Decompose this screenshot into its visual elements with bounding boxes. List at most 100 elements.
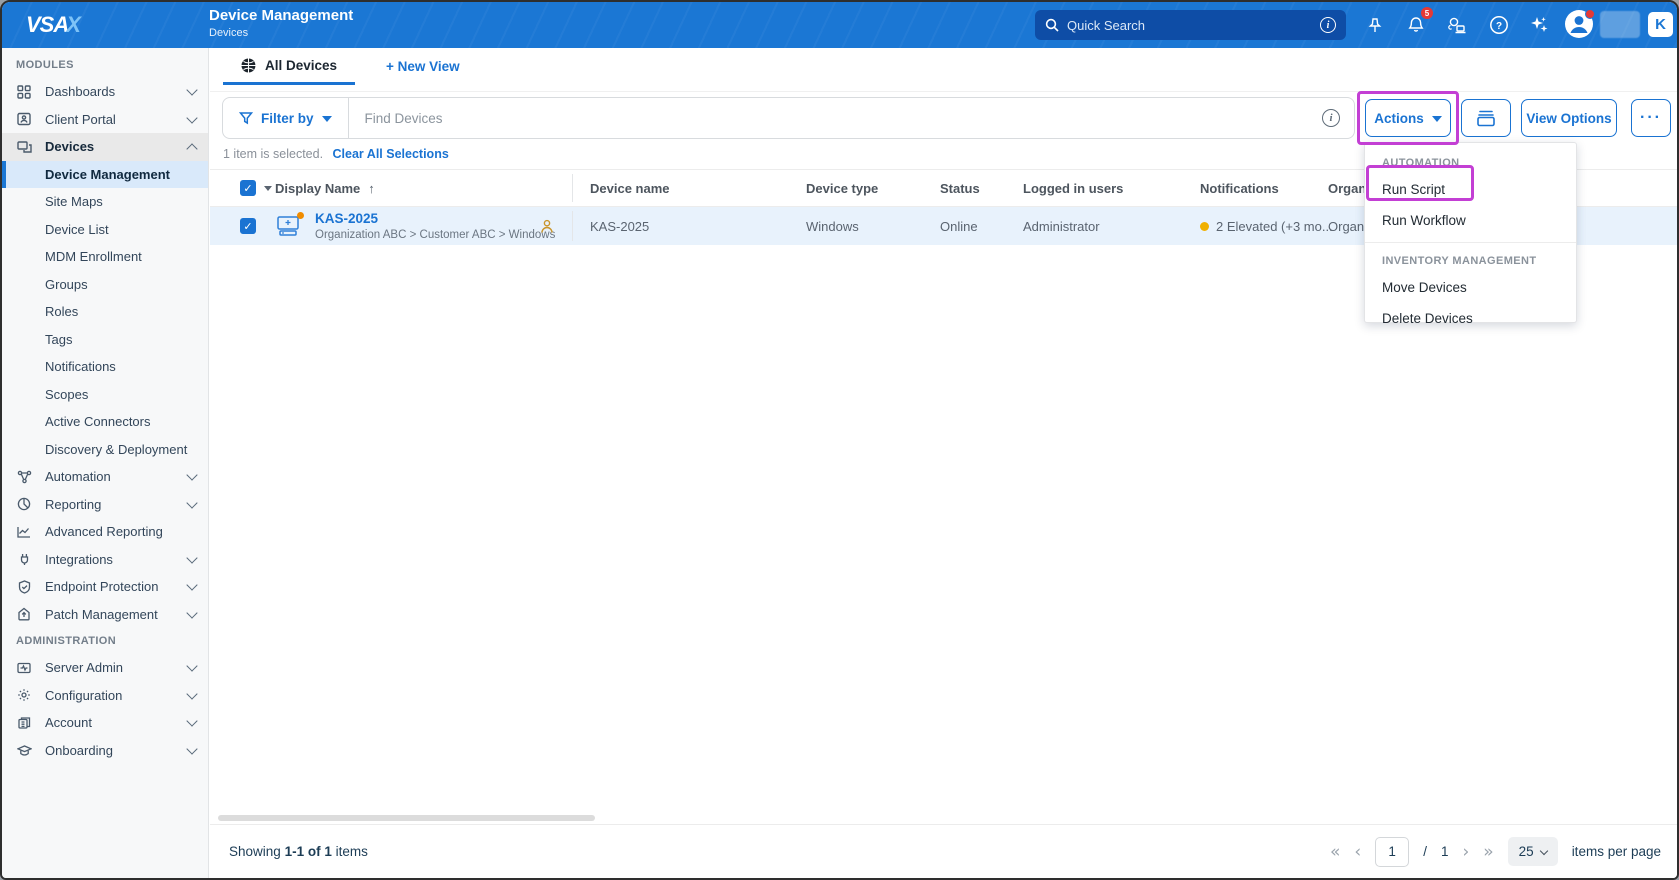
filter-toolbar: Filter by i — [222, 97, 1355, 139]
sidebar-label: Discovery & Deployment — [45, 442, 196, 457]
column-notifications[interactable]: Notifications — [1200, 170, 1279, 206]
sidebar-label: Devices — [45, 139, 188, 154]
sidebar-item-advanced-reporting[interactable]: Advanced Reporting — [2, 518, 208, 546]
sidebar-label: Active Connectors — [45, 414, 196, 429]
kaseya-logo[interactable]: K — [1648, 12, 1673, 37]
sidebar-item-tags[interactable]: Tags — [2, 326, 208, 354]
chevron-down-icon — [186, 470, 197, 481]
gear-icon — [16, 687, 32, 703]
dashboards-grid-icon — [16, 84, 32, 100]
tab-new-view[interactable]: + New View — [372, 48, 474, 85]
help-icon[interactable]: ? — [1485, 11, 1513, 39]
more-options-button[interactable]: ··· — [1631, 99, 1671, 137]
notification-badge: 5 — [1421, 7, 1433, 19]
last-page-button[interactable]: » — [1483, 842, 1493, 862]
sidebar-label: Automation — [45, 469, 188, 484]
sidebar-item-site-maps[interactable]: Site Maps — [2, 188, 208, 216]
next-page-button[interactable]: › — [1462, 842, 1469, 862]
first-page-button[interactable]: « — [1330, 842, 1340, 862]
row-checkbox[interactable]: ✓ — [240, 207, 256, 245]
sidebar-label: Tags — [45, 332, 196, 347]
cell-logged-in-users: Administrator — [1023, 207, 1100, 245]
sidebar-item-onboarding[interactable]: Onboarding — [2, 737, 208, 765]
tab-all-devices[interactable]: All Devices — [223, 48, 355, 85]
filter-info-icon[interactable]: i — [1322, 109, 1340, 127]
items-per-page-select[interactable]: 25 — [1508, 837, 1558, 866]
menu-item-move-devices[interactable]: Move Devices — [1365, 272, 1576, 303]
menu-divider — [1365, 242, 1576, 243]
column-device-type[interactable]: Device type — [806, 170, 878, 206]
column-display-name[interactable]: Display Name↑ — [275, 170, 375, 206]
user-avatar[interactable] — [1565, 10, 1593, 38]
sidebar-item-reporting[interactable]: Reporting — [2, 491, 208, 519]
sidebar-item-device-management[interactable]: Device Management — [2, 161, 208, 189]
sidebar-item-patch-management[interactable]: Patch Management — [2, 601, 208, 629]
remote-control-icon[interactable] — [1443, 11, 1471, 39]
ai-sparkles-icon[interactable] — [1525, 11, 1553, 39]
menu-item-delete-devices[interactable]: Delete Devices — [1365, 303, 1576, 334]
showing-items-text: Showing 1-1 of 1 items — [229, 844, 368, 859]
column-logged-in-users[interactable]: Logged in users — [1023, 170, 1123, 206]
client-portal-icon — [16, 111, 32, 127]
notifications-bell-icon[interactable]: 5 — [1402, 11, 1430, 39]
pin-icon[interactable] — [1361, 11, 1389, 39]
sidebar-item-notifications[interactable]: Notifications — [2, 353, 208, 381]
cell-notifications[interactable]: 2 Elevated (+3 mo... — [1200, 207, 1333, 245]
prev-page-button[interactable]: ‹ — [1354, 842, 1361, 862]
sidebar-label: Integrations — [45, 552, 188, 567]
sidebar-item-server-admin[interactable]: Server Admin — [2, 654, 208, 682]
column-device-name[interactable]: Device name — [590, 170, 670, 206]
sort-asc-icon[interactable]: ↑ — [368, 181, 375, 196]
find-devices-input[interactable] — [349, 111, 1322, 126]
sidebar-item-groups[interactable]: Groups — [2, 271, 208, 299]
sidebar-item-scopes[interactable]: Scopes — [2, 381, 208, 409]
ellipsis-icon: ··· — [1640, 109, 1662, 127]
search-info-icon[interactable]: i — [1320, 17, 1336, 33]
sidebar-item-discovery-deployment[interactable]: Discovery & Deployment — [2, 436, 208, 464]
menu-item-run-script[interactable]: Run Script — [1365, 174, 1576, 205]
actions-button[interactable]: Actions — [1365, 99, 1451, 137]
sidebar-label: Scopes — [45, 387, 196, 402]
sidebar-item-devices[interactable]: Devices — [2, 133, 208, 161]
view-options-label: View Options — [1526, 111, 1611, 126]
current-page-input[interactable]: 1 — [1375, 837, 1409, 867]
filter-by-dropdown[interactable]: Filter by — [223, 98, 349, 138]
column-status[interactable]: Status — [940, 170, 980, 206]
sidebar-label: Advanced Reporting — [45, 524, 196, 539]
account-building-icon — [16, 715, 32, 731]
sidebar-item-mdm-enrollment[interactable]: MDM Enrollment — [2, 243, 208, 271]
chevron-down-icon — [186, 112, 197, 123]
sidebar-item-dashboards[interactable]: Dashboards — [2, 78, 208, 106]
device-name-link[interactable]: KAS-2025 — [315, 211, 555, 226]
page-separator: / — [1423, 844, 1427, 859]
selection-count-text: 1 item is selected. — [223, 147, 323, 161]
sidebar-label: Dashboards — [45, 84, 188, 99]
items-per-page-label: items per page — [1572, 844, 1661, 859]
sidebar-item-endpoint-protection[interactable]: Endpoint Protection — [2, 573, 208, 601]
chevron-down-icon — [186, 607, 197, 618]
sidebar-item-client-portal[interactable]: Client Portal — [2, 106, 208, 134]
sidebar-label: Device List — [45, 222, 196, 237]
select-caret-icon[interactable] — [264, 186, 272, 191]
view-options-button[interactable]: View Options — [1521, 99, 1617, 137]
chevron-down-icon — [186, 661, 197, 672]
archive-box-icon — [1476, 109, 1496, 127]
sidebar-item-roles[interactable]: Roles — [2, 298, 208, 326]
saved-views-button[interactable] — [1461, 99, 1511, 137]
sidebar-item-automation[interactable]: Automation — [2, 463, 208, 491]
sidebar-item-device-list[interactable]: Device List — [2, 216, 208, 244]
column-divider — [572, 174, 573, 202]
automation-icon — [16, 469, 32, 485]
sidebar-item-active-connectors[interactable]: Active Connectors — [2, 408, 208, 436]
sidebar-item-configuration[interactable]: Configuration — [2, 682, 208, 710]
line-chart-icon — [16, 524, 32, 540]
menu-item-run-workflow[interactable]: Run Workflow — [1365, 205, 1576, 236]
clear-all-selections-link[interactable]: Clear All Selections — [333, 147, 449, 161]
quick-search-input[interactable] — [1067, 18, 1320, 33]
select-all-checkbox[interactable]: ✓ — [240, 170, 272, 206]
sidebar-item-account[interactable]: Account — [2, 709, 208, 737]
sidebar-item-integrations[interactable]: Integrations — [2, 546, 208, 574]
chevron-down-icon — [186, 497, 197, 508]
quick-search[interactable]: i — [1035, 10, 1346, 40]
horizontal-scrollbar[interactable] — [218, 815, 595, 821]
